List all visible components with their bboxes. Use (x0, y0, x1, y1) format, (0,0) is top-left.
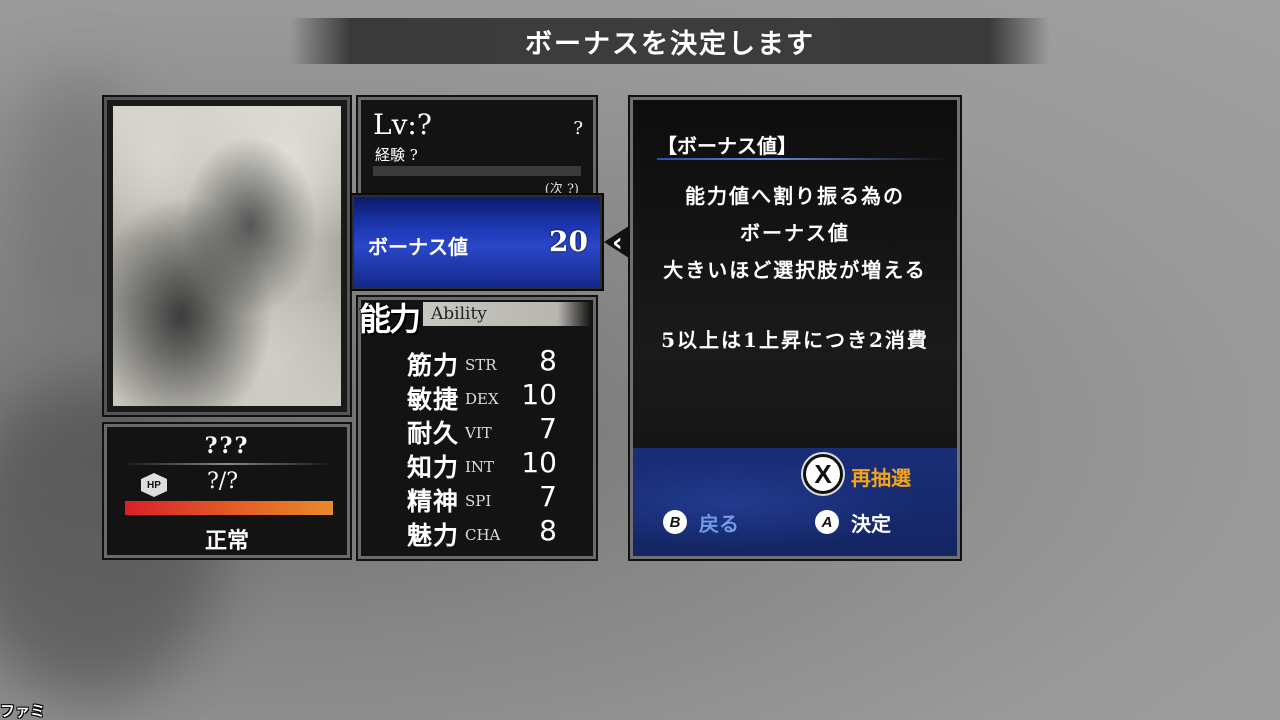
stat-value: 7 (539, 480, 557, 513)
stat-row-dex: 敏捷 DEX 10 (401, 378, 591, 414)
confirm-button[interactable]: 決定 (851, 508, 891, 537)
stat-abbr: INT (465, 458, 495, 476)
stat-value: 10 (521, 446, 557, 479)
ability-panel: 能力 Ability 筋力 STR 8 敏捷 DEX 10 耐久 VIT 7 知… (356, 295, 598, 561)
reroll-button[interactable]: 再抽選 (851, 462, 911, 491)
stat-value: 8 (539, 344, 557, 377)
stat-row-vit: 耐久 VIT 7 (401, 412, 591, 448)
help-title: 【ボーナス値】 (657, 134, 797, 158)
chevron-left-icon: ‹ (612, 228, 623, 258)
help-text-line: 5以上は1上昇につき2消費 (661, 328, 929, 352)
stat-abbr: CHA (465, 526, 501, 544)
stat-name: 魅力 (407, 521, 460, 550)
a-button-icon[interactable]: A (815, 510, 839, 534)
help-panel: 【ボーナス値】 能力値へ割り振る為の ボーナス値 大きいほど選択肢が増える 5以… (628, 95, 962, 561)
divider (121, 463, 333, 465)
stat-abbr: STR (465, 356, 497, 374)
stat-name: 知力 (407, 453, 460, 482)
bonus-value-row[interactable]: ボーナス値 20 (352, 195, 602, 289)
help-text-line: ボーナス値 (740, 221, 850, 245)
level-label: Lv:? (373, 108, 432, 141)
condition-status: 正常 (204, 528, 249, 554)
stat-value: 10 (521, 378, 557, 411)
screen-title: ボーナスを決定します (525, 28, 815, 60)
watermark-logo: ファミ通.com (0, 702, 46, 720)
stat-abbr: DEX (465, 390, 499, 408)
b-button-icon[interactable]: B (663, 510, 687, 534)
character-portrait (102, 95, 352, 417)
stat-abbr: VIT (465, 424, 492, 442)
portrait-image (113, 106, 341, 406)
x-button-icon[interactable]: X (803, 454, 843, 494)
hp-icon: HP (141, 473, 167, 497)
help-divider (657, 158, 947, 160)
help-text-line: 大きいほど選択肢が増える (663, 258, 927, 282)
stat-name: 敏捷 (407, 385, 460, 414)
ability-header: 能力 Ability (357, 298, 593, 338)
stat-value: 7 (539, 412, 557, 445)
character-name: ??? (204, 433, 250, 459)
stat-row-int: 知力 INT 10 (401, 446, 591, 482)
stat-value: 8 (539, 514, 557, 547)
ability-title-en: Ability (431, 304, 487, 324)
stat-name: 耐久 (407, 419, 460, 448)
hp-bar (125, 501, 333, 515)
hp-bar-fill (125, 501, 333, 515)
title-banner: ボーナスを決定します (290, 18, 1050, 64)
bonus-label: ボーナス値 (368, 235, 468, 259)
stat-name: 筋力 (407, 351, 460, 380)
back-button[interactable]: 戻る (699, 508, 739, 537)
experience-label: 経験 ? (375, 146, 418, 164)
character-status-panel: ??? HP ?/? 正常 (102, 422, 352, 560)
ability-title-jp: 能力 (359, 300, 421, 338)
help-text-line: 能力値へ割り振る為の (685, 184, 905, 208)
stat-row-str: 筋力 STR 8 (401, 344, 591, 380)
level-panel: Lv:? ? 経験 ? (次 ?) (356, 95, 598, 203)
button-prompts: X 再抽選 B 戻る A 決定 (633, 448, 957, 556)
stat-row-cha: 魅力 CHA 8 (401, 514, 591, 550)
stat-row-spi: 精神 SPI 7 (401, 480, 591, 516)
hp-value: ?/? (207, 469, 239, 494)
stat-name: 精神 (407, 487, 460, 516)
level-unknown: ? (573, 118, 583, 139)
bonus-value: 20 (549, 225, 588, 258)
experience-bar (373, 166, 581, 176)
stat-abbr: SPI (465, 492, 492, 510)
